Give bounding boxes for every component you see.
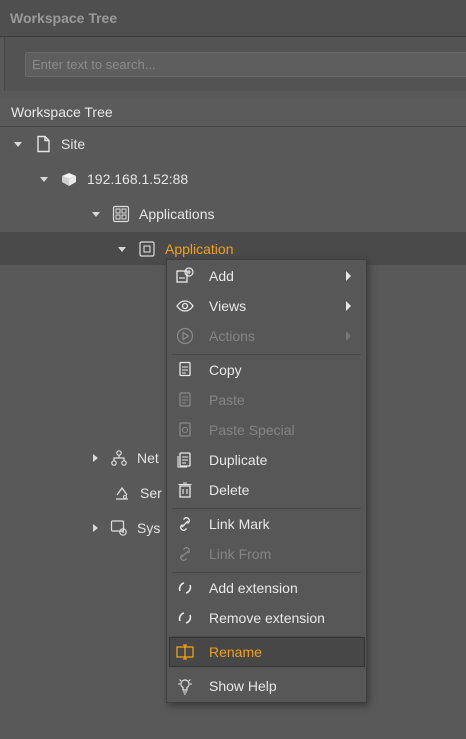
system-icon [110, 520, 127, 536]
services-icon [116, 486, 128, 500]
menu-label: Link Mark [209, 516, 270, 532]
menu-item-show-help[interactable]: Show Help [167, 671, 366, 701]
link-icon [180, 517, 190, 531]
menu-item-add[interactable]: Add [167, 261, 366, 291]
menu-item-link-mark[interactable]: Link Mark [167, 509, 366, 539]
network-icon [111, 450, 127, 466]
duplicate-icon [177, 452, 191, 468]
expand-arrow-icon[interactable] [118, 246, 126, 252]
submenu-arrow-icon [346, 331, 351, 341]
menu-item-copy[interactable]: Copy [167, 355, 366, 385]
menu-item-views[interactable]: Views [167, 291, 366, 321]
server-box-icon [62, 173, 76, 186]
tree-label-server: 192.168.1.52:88 [87, 171, 189, 187]
panel-header: Workspace Tree [0, 0, 466, 37]
play-icon [176, 327, 194, 345]
expand-arrow-icon[interactable] [14, 141, 22, 147]
menu-label: Rename [209, 644, 262, 660]
extension-icon [178, 612, 192, 624]
tree-node-services[interactable]: Ser [113, 477, 162, 509]
help-icon [178, 679, 192, 695]
context-menu: Add Views Actions Copy Paste Paste Speci… [166, 259, 367, 703]
collapsed-arrow-icon[interactable] [93, 454, 98, 462]
search-input[interactable] [25, 52, 466, 77]
menu-label: Views [209, 298, 247, 314]
menu-label: Add [209, 268, 234, 284]
menu-label: Show Help [209, 678, 277, 694]
rename-icon [176, 644, 194, 660]
expand-arrow-icon[interactable] [92, 211, 100, 217]
menu-item-actions[interactable]: Actions [167, 321, 366, 351]
tree-label-applications: Applications [139, 206, 215, 222]
expand-arrow-icon[interactable] [40, 176, 48, 182]
tree-label-networks-partial: Net [137, 450, 159, 466]
menu-item-paste-special[interactable]: Paste Special [167, 415, 366, 445]
workspace-tree-header: Workspace Tree [0, 98, 466, 127]
tree-node-server[interactable]: 192.168.1.52:88 [40, 163, 188, 195]
applications-icon [112, 205, 130, 223]
tree-label-site: Site [61, 136, 86, 152]
eye-icon [176, 300, 194, 312]
menu-label: Copy [209, 362, 242, 378]
menu-item-paste[interactable]: Paste [167, 385, 366, 415]
menu-item-rename[interactable]: Rename [167, 637, 366, 667]
paste-icon [179, 392, 191, 407]
collapsed-arrow-icon[interactable] [93, 524, 98, 532]
copy-icon [179, 361, 191, 377]
menu-label: Paste [209, 392, 245, 408]
paste-special-icon [179, 422, 191, 437]
tree-label-services-partial: Ser [140, 485, 162, 501]
menu-label: Link From [209, 546, 272, 562]
section-title: Workspace Tree [11, 104, 113, 120]
menu-item-link-from[interactable]: Link From [167, 539, 366, 569]
tree-node-site[interactable]: Site [14, 128, 85, 160]
link-icon [180, 547, 190, 561]
tree-node-applications[interactable]: Applications [92, 198, 215, 230]
tree-node-networks[interactable]: Net [93, 442, 159, 474]
panel-title: Workspace Tree [10, 10, 118, 26]
menu-label: Remove extension [209, 610, 325, 626]
menu-label: Actions [209, 328, 255, 344]
menu-label: Duplicate [209, 452, 268, 468]
add-icon [176, 267, 194, 283]
application-icon [139, 241, 155, 257]
menu-item-duplicate[interactable]: Duplicate [167, 445, 366, 475]
tree-label-application: Application [165, 241, 234, 257]
menu-item-add-extension[interactable]: Add extension [167, 573, 366, 603]
search-area [4, 37, 466, 91]
extension-icon [178, 582, 192, 594]
menu-label: Add extension [209, 580, 298, 596]
menu-label: Paste Special [209, 422, 295, 438]
tree-label-system-partial: Sys [137, 520, 161, 536]
trash-icon [178, 482, 192, 498]
submenu-arrow-icon [346, 271, 351, 281]
menu-item-delete[interactable]: Delete [167, 475, 366, 505]
menu-item-remove-extension[interactable]: Remove extension [167, 603, 366, 633]
page-icon [37, 135, 50, 153]
submenu-arrow-icon [346, 301, 351, 311]
menu-label: Delete [209, 482, 250, 498]
tree-node-system[interactable]: Sys [93, 512, 160, 544]
